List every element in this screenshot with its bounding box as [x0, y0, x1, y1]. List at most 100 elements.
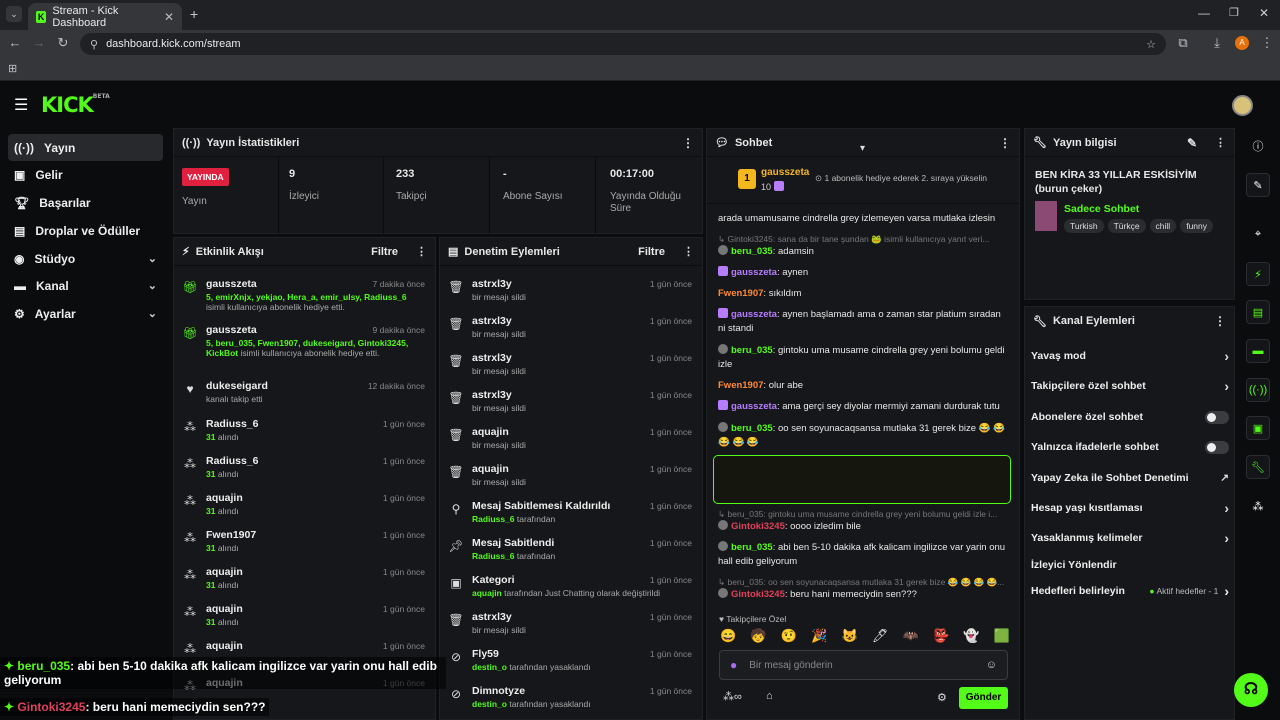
activity-user[interactable]: aquajin — [206, 492, 243, 504]
broadcast-icon[interactable]: ((·)) — [1246, 378, 1270, 402]
activity-user[interactable]: gausszeta — [206, 324, 257, 336]
activity-user[interactable]: Fwen1907 — [206, 529, 256, 541]
layers-icon[interactable]: ▣ — [1246, 416, 1270, 440]
channel-action-item[interactable]: Hesap yaşı kısıtlaması › — [1031, 498, 1229, 518]
reload-icon[interactable]: ↻ — [54, 35, 72, 51]
edit-pencil-icon[interactable]: ✎ — [1187, 136, 1197, 150]
wrench-icon[interactable]: 🔧︎ — [1246, 455, 1270, 479]
bookmark-star-icon[interactable]: ☆ — [1146, 38, 1156, 51]
sidebar-item-ayarlar[interactable]: ⚙ Ayarlar ⌄ — [8, 300, 163, 327]
moderation-title[interactable]: aquajin — [472, 426, 509, 438]
document-icon[interactable]: ▤ — [1246, 300, 1270, 324]
chat-username[interactable]: gausszeta — [731, 401, 777, 412]
chat-username[interactable]: gausszeta — [731, 309, 777, 320]
lightning-icon[interactable]: ⚡︎ — [1246, 262, 1270, 286]
site-info-icon[interactable]: ⚲ — [90, 38, 98, 51]
browser-tab[interactable]: K Stream - Kick Dashboard ✕ — [28, 3, 182, 30]
more-options-icon[interactable]: ⋮ — [1214, 314, 1226, 328]
moderation-title[interactable]: Dimnotyze — [472, 685, 525, 697]
channel-action-item[interactable]: Yalnızca ifadelerle sohbet — [1031, 437, 1229, 457]
chat-username[interactable]: beru_035 — [731, 345, 773, 356]
channel-action-item[interactable]: İzleyici Yönlendir — [1031, 555, 1229, 575]
profile-avatar[interactable]: A — [1235, 36, 1249, 50]
chat-input[interactable]: ● Bir mesaj gönderin ☺ — [719, 650, 1008, 680]
chat-scrollbar[interactable] — [1019, 559, 1020, 609]
channel-action-item[interactable]: Takipçilere özel sohbet › — [1031, 376, 1229, 396]
moderation-title[interactable]: aquajin — [472, 463, 509, 475]
category-name[interactable]: Sadece Sohbet — [1064, 203, 1139, 215]
more-options-icon[interactable]: ⋮ — [416, 245, 427, 258]
sidebar-item-gelir[interactable]: ▣ Gelir — [8, 161, 163, 188]
edit-icon[interactable]: ✎ — [1246, 173, 1270, 197]
kick-logo[interactable]: KICKBETA — [41, 93, 110, 117]
chat-settings-gear-icon[interactable]: ⚙ — [937, 691, 947, 704]
chat-username[interactable]: beru_035 — [731, 246, 773, 257]
moderation-title[interactable]: astrxl3y — [472, 315, 512, 327]
emote-icon[interactable]: 👻 — [963, 628, 979, 646]
activity-user[interactable]: gausszeta — [206, 278, 257, 290]
channel-action-item[interactable]: Yasaklanmış kelimeler › — [1031, 528, 1229, 548]
emote-icon[interactable]: 🖊 — [872, 628, 889, 646]
emote-icon[interactable]: 🦇 — [903, 628, 919, 646]
hamburger-menu-icon[interactable]: ☰ — [14, 95, 28, 115]
url-field[interactable]: ⚲ dashboard.kick.com/stream ☆ — [80, 33, 1166, 55]
chat-bubble-icon[interactable]: ▬ — [1246, 339, 1270, 363]
emote-icon[interactable]: 😄 — [720, 628, 736, 646]
minimize-icon[interactable]: — — [1198, 6, 1210, 20]
new-tab-icon[interactable]: + — [190, 6, 198, 22]
apps-grid-icon[interactable]: ⊞ — [8, 62, 17, 75]
focus-icon[interactable]: ⌖ — [1246, 222, 1270, 246]
more-options-icon[interactable]: ⋮ — [999, 136, 1011, 150]
points-icon[interactable]: ⁂ — [1246, 494, 1270, 518]
sidebar-item-studyo[interactable]: ◉ Stüdyo ⌄ — [8, 245, 163, 272]
chat-username[interactable]: Fwen1907 — [718, 380, 763, 391]
more-options-icon[interactable]: ⋮ — [1215, 136, 1226, 149]
more-options-icon[interactable]: ⋮ — [683, 245, 694, 258]
send-button[interactable]: Gönder — [959, 687, 1008, 709]
restore-icon[interactable]: ❐ — [1229, 6, 1239, 19]
sidebar-item-droplar[interactable]: ▤ Droplar ve Ödüller — [8, 217, 163, 244]
chat-username[interactable]: Gintoki3245 — [731, 521, 785, 532]
activity-user[interactable]: aquajin — [206, 603, 243, 615]
moderation-title[interactable]: astrxl3y — [472, 352, 512, 364]
sidebar-item-yayin[interactable]: ((·)) Yayın — [8, 134, 163, 161]
help-support-icon[interactable]: ☊ — [1234, 673, 1268, 707]
microphone-icon[interactable]: ● — [730, 658, 737, 672]
moderation-actor[interactable]: aquajin — [472, 588, 502, 598]
toggle-switch[interactable] — [1205, 440, 1229, 454]
sidebar-item-basarilar[interactable]: 🏆︎ Başarılar — [8, 189, 163, 216]
moderation-title[interactable]: Mesaj Sabitlemesi Kaldırıldı — [472, 500, 610, 512]
moderation-title[interactable]: Fly59 — [472, 648, 499, 660]
moderation-actor[interactable]: Radiuss_6 — [472, 514, 515, 524]
moderation-title[interactable]: Kategori — [472, 574, 515, 586]
back-icon[interactable]: ← — [6, 35, 24, 50]
activity-user[interactable]: Radiuss_6 — [206, 418, 259, 430]
close-window-icon[interactable]: ✕ — [1259, 6, 1269, 20]
close-tab-icon[interactable]: ✕ — [164, 10, 174, 24]
emote-icon[interactable]: 👺 — [933, 628, 949, 646]
channel-action-item[interactable]: Yapay Zeka ile Sohbet Denetimi ↗ — [1031, 468, 1229, 488]
channel-action-item[interactable]: Abonelere özel sohbet — [1031, 407, 1229, 427]
user-avatar[interactable] — [1232, 95, 1253, 116]
moderation-actor[interactable]: Radiuss_6 — [472, 551, 515, 561]
activity-user[interactable]: aquajin — [206, 566, 243, 578]
moderation-title[interactable]: astrxl3y — [472, 611, 512, 623]
chat-username[interactable]: beru_035 — [731, 542, 773, 553]
activity-user[interactable]: dukeseigard — [206, 380, 268, 392]
channel-action-item[interactable]: Yavaş mod › — [1031, 346, 1229, 366]
more-options-icon[interactable]: ⋮ — [682, 136, 694, 150]
filter-button[interactable]: Filtre — [371, 246, 398, 258]
moderation-title[interactable]: astrxl3y — [472, 389, 512, 401]
emote-icon[interactable]: 🟩 — [994, 628, 1010, 646]
points-icon[interactable]: ⁂∞ — [723, 690, 742, 703]
emoji-picker-icon[interactable]: ☺ — [986, 659, 997, 671]
emote-icon[interactable]: 🎉 — [811, 628, 827, 646]
emote-icon[interactable]: 🤨 — [781, 628, 797, 646]
pin-toggle-icon[interactable]: ▾ — [860, 143, 865, 154]
activity-user[interactable]: aquajin — [206, 640, 243, 652]
moderation-title[interactable]: Mesaj Sabitlendi — [472, 537, 554, 549]
activity-user[interactable]: Radiuss_6 — [206, 455, 259, 467]
sidebar-item-kanal[interactable]: ▬ Kanal ⌄ — [8, 272, 163, 299]
emote-icon[interactable]: 🧒 — [750, 628, 766, 646]
emote-icon[interactable]: 😺 — [842, 628, 858, 646]
